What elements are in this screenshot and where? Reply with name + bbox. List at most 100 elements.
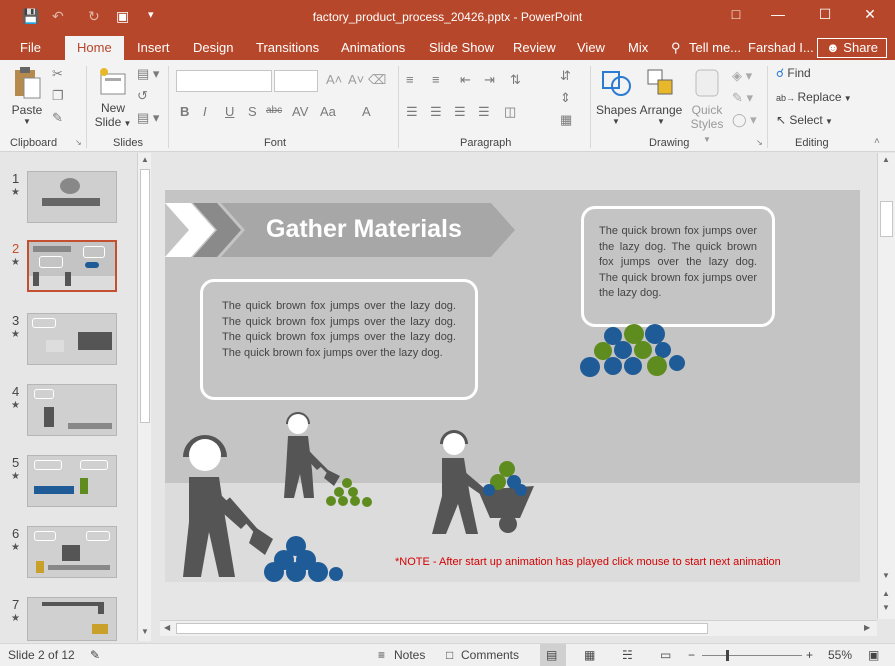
- slide-thumbnail-4[interactable]: [27, 384, 117, 436]
- slide-2[interactable]: Gather Materials The quick brown fox jum…: [165, 190, 860, 582]
- scroll-down-icon[interactable]: ▼: [882, 571, 890, 580]
- new-slide-button[interactable]: New Slide ▼: [94, 66, 132, 136]
- layout-icon[interactable]: ▤ ▾: [137, 66, 159, 82]
- thumbnail-scrollbar[interactable]: ▲ ▼: [137, 153, 151, 641]
- slide-thumbnail-7[interactable]: [27, 597, 117, 641]
- notes-button[interactable]: Notes: [394, 648, 425, 662]
- shape-outline-icon[interactable]: ✎ ▾: [732, 90, 753, 106]
- thumb-number: 1: [12, 171, 20, 186]
- tab-insert[interactable]: Insert: [137, 40, 170, 55]
- replace-button[interactable]: ab→ Replace ▼: [776, 90, 852, 104]
- bullets-icon[interactable]: ≡: [406, 72, 414, 87]
- scroll-up-icon[interactable]: ▲: [882, 155, 890, 164]
- maximize-button[interactable]: ☐: [815, 6, 835, 23]
- slide-thumbnail-5[interactable]: [27, 455, 117, 507]
- ribbon-display-icon[interactable]: □: [726, 6, 746, 22]
- zoom-level[interactable]: 55%: [828, 648, 852, 662]
- numbering-icon[interactable]: ≡: [432, 72, 440, 87]
- shape-effects-icon[interactable]: ◯ ▾: [732, 112, 757, 128]
- zoom-slider[interactable]: [702, 655, 802, 656]
- smartart-icon[interactable]: ▦: [560, 112, 572, 128]
- spell-check-icon[interactable]: ✎: [90, 648, 100, 662]
- paste-button[interactable]: Paste ▼: [10, 66, 44, 136]
- canvas-horizontal-scrollbar[interactable]: ◀ ▶: [160, 620, 877, 636]
- find-button[interactable]: ☌ Find: [776, 66, 811, 80]
- tab-mix[interactable]: Mix: [628, 40, 648, 55]
- tab-animations[interactable]: Animations: [341, 40, 405, 55]
- slide-thumbnail-2[interactable]: [27, 240, 117, 292]
- fit-slide-icon[interactable]: ▣: [868, 648, 879, 662]
- grow-font-icon[interactable]: A˄: [326, 72, 342, 87]
- tab-slide-show[interactable]: Slide Show: [429, 40, 494, 55]
- share-button[interactable]: ☻ Share: [817, 38, 887, 58]
- tab-home[interactable]: Home: [65, 36, 124, 62]
- zoom-out-icon[interactable]: −: [688, 648, 695, 662]
- minimize-button[interactable]: —: [768, 6, 788, 22]
- line-spacing-icon[interactable]: ⇅: [510, 72, 521, 88]
- tab-design[interactable]: Design: [193, 40, 233, 55]
- slide-sorter-icon[interactable]: ▦: [584, 648, 595, 662]
- font-name-combo[interactable]: [176, 70, 272, 92]
- shapes-button[interactable]: Shapes ▼: [596, 66, 637, 136]
- text-bubble-left[interactable]: The quick brown fox jumps over the lazy …: [200, 279, 478, 400]
- cut-icon[interactable]: ✂: [52, 66, 63, 82]
- slide-thumbnail-3[interactable]: [27, 313, 117, 365]
- zoom-in-icon[interactable]: +: [806, 648, 813, 662]
- reset-icon[interactable]: ↺: [137, 88, 148, 104]
- tab-transitions[interactable]: Transitions: [256, 40, 319, 55]
- justify-icon[interactable]: ☰: [478, 104, 490, 120]
- scrollbar-thumb[interactable]: [176, 623, 708, 634]
- scrollbar-thumb[interactable]: [880, 201, 893, 237]
- tab-view[interactable]: View: [577, 40, 605, 55]
- copy-icon[interactable]: ❐: [52, 88, 64, 104]
- tab-file[interactable]: File: [20, 40, 41, 55]
- strikethrough-icon[interactable]: abc: [266, 105, 282, 116]
- italic-icon[interactable]: I: [203, 104, 207, 119]
- slide-thumbnail-1[interactable]: [27, 171, 117, 223]
- align-text-icon[interactable]: ⇕: [560, 90, 571, 106]
- user-name[interactable]: Farshad I...: [748, 40, 814, 55]
- shrink-font-icon[interactable]: A˅: [348, 72, 364, 87]
- canvas-vertical-scrollbar[interactable]: ▲ ▼ ▲ ▼: [877, 153, 895, 619]
- scrollbar-thumb[interactable]: [140, 169, 150, 423]
- text-bubble-right[interactable]: The quick brown fox jumps over the lazy …: [581, 206, 775, 327]
- quick-styles-button[interactable]: Quick Styles ▼: [686, 66, 728, 144]
- scroll-up-icon[interactable]: ▲: [141, 155, 149, 164]
- align-right-icon[interactable]: ☰: [454, 104, 466, 120]
- scroll-left-icon[interactable]: ◀: [164, 623, 170, 632]
- change-case-icon[interactable]: Aa: [320, 104, 336, 119]
- scroll-down-icon[interactable]: ▼: [141, 627, 149, 636]
- underline-icon[interactable]: U: [225, 104, 234, 119]
- increase-indent-icon[interactable]: ⇥: [484, 72, 495, 88]
- close-button[interactable]: ✕: [860, 6, 880, 23]
- comments-button[interactable]: Comments: [461, 648, 519, 662]
- tab-review[interactable]: Review: [513, 40, 556, 55]
- clear-format-icon[interactable]: ⌫: [368, 72, 386, 88]
- char-spacing-icon[interactable]: AV: [292, 104, 308, 119]
- font-color-icon[interactable]: A: [362, 104, 371, 119]
- text-direction-icon[interactable]: ⇵: [560, 68, 571, 84]
- slideshow-icon[interactable]: ▭: [660, 648, 671, 662]
- reading-view-icon[interactable]: ☵: [622, 648, 633, 662]
- tell-me-search[interactable]: Tell me...: [689, 40, 741, 55]
- scroll-right-icon[interactable]: ▶: [864, 623, 870, 632]
- zoom-slider-thumb[interactable]: [726, 650, 729, 661]
- decrease-indent-icon[interactable]: ⇤: [460, 72, 471, 88]
- drawing-launcher-icon[interactable]: ↘: [756, 138, 763, 147]
- section-icon[interactable]: ▤ ▾: [137, 110, 159, 126]
- align-center-icon[interactable]: ☰: [430, 104, 442, 120]
- columns-icon[interactable]: ◫: [504, 104, 516, 120]
- next-slide-icon[interactable]: ▼: [882, 603, 890, 612]
- slide-thumbnail-6[interactable]: [27, 526, 117, 578]
- format-painter-icon[interactable]: ✎: [52, 110, 63, 126]
- clipboard-launcher-icon[interactable]: ↘: [75, 138, 82, 147]
- shadow-icon[interactable]: S: [248, 104, 257, 119]
- align-left-icon[interactable]: ☰: [406, 104, 418, 120]
- font-size-combo[interactable]: [274, 70, 318, 92]
- bold-icon[interactable]: B: [180, 104, 189, 119]
- previous-slide-icon[interactable]: ▲: [882, 589, 890, 598]
- arrange-button[interactable]: Arrange ▼: [638, 66, 684, 136]
- select-button[interactable]: ↖ Select ▼: [776, 113, 833, 127]
- shape-fill-icon[interactable]: ◈ ▾: [732, 68, 752, 84]
- collapse-ribbon-icon[interactable]: ˄: [874, 136, 880, 147]
